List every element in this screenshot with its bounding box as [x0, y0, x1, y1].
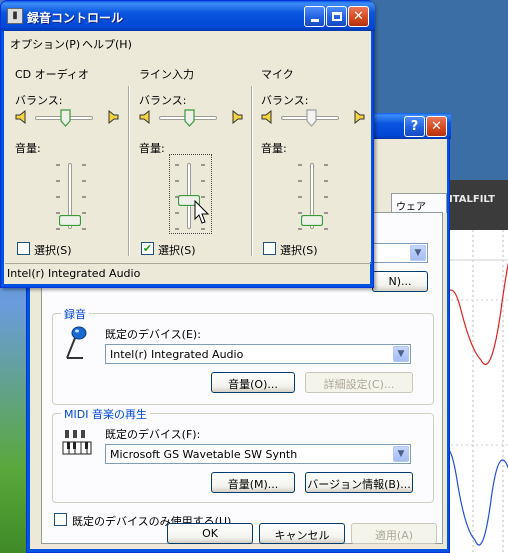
recording-advanced-button[interactable]: 詳細設定(C)...: [305, 372, 413, 393]
balance-label: バランス:: [261, 94, 309, 107]
chevron-down-icon[interactable]: ▼: [393, 346, 409, 362]
maximize-button[interactable]: [326, 6, 347, 27]
speaker-left-icon: [261, 110, 272, 124]
recording-device-value: Intel(r) Integrated Audio: [110, 348, 244, 361]
microphone-icon: [66, 326, 87, 359]
volume-slider-thumb[interactable]: [59, 215, 81, 226]
balance-slider-thumb[interactable]: [60, 109, 71, 127]
blue-wave: [441, 448, 508, 546]
waveform-plot: [441, 230, 508, 553]
maximize-icon: [331, 12, 342, 21]
volume-label: 音量:: [261, 142, 287, 155]
recording-device-combo[interactable]: Intel(r) Integrated Audio ▼: [105, 344, 411, 364]
recording-control-window: ▮ 録音コントロール ✕ オプション(P) ヘルプ(H) CD オーディオ バラ…: [0, 0, 375, 288]
menu-options[interactable]: オプション(P): [10, 36, 80, 52]
midi-group: MIDI 音楽の再生 既定のデバイス(F): Microsoft GS Wave…: [52, 406, 434, 503]
tab-hardware[interactable]: ウェア: [391, 193, 447, 213]
volume-app-icon: ▮: [7, 8, 23, 24]
menu-help[interactable]: ヘルプ(H): [82, 36, 132, 52]
volume-label: 音量:: [139, 142, 165, 155]
minimize-icon: [310, 19, 319, 22]
background-filter-app: ITALFILT: [440, 180, 508, 553]
column-separator: [251, 86, 253, 256]
midi-volume-button[interactable]: 音量(M)...: [211, 472, 295, 493]
close-button[interactable]: ✕: [426, 116, 447, 137]
balance-label: バランス:: [139, 94, 187, 107]
select-label: 選択(S): [158, 244, 196, 257]
speaker-right-icon: [232, 110, 243, 124]
speaker-left-icon: [139, 110, 150, 124]
column-separator: [128, 86, 130, 256]
red-wave: [441, 262, 508, 366]
background-app-header: ITALFILT: [441, 180, 508, 230]
mixer-body: CD オーディオ バランス: 音量: 選択(S) ライン入力 バランス: 音量:…: [5, 52, 371, 262]
recording-group: 録音 既定のデバイス(E): Intel(r) Integrated Audio…: [52, 306, 434, 405]
midi-device-value: Microsoft GS Wavetable SW Synth: [110, 448, 298, 461]
recording-group-label: 録音: [61, 306, 89, 322]
midi-group-label: MIDI 音楽の再生: [61, 406, 150, 422]
channel-title: マイク: [261, 68, 294, 81]
select-label: 選択(S): [34, 244, 72, 257]
window-title: 録音コントロール: [27, 11, 124, 25]
apply-button[interactable]: 適用(A): [351, 523, 437, 544]
balance-label: バランス:: [15, 94, 63, 107]
volume-slider-thumb[interactable]: [301, 215, 323, 226]
midi-default-device-label: 既定のデバイス(F):: [105, 428, 201, 441]
minimize-button[interactable]: [304, 6, 325, 27]
channel-title: ライン入力: [139, 68, 194, 81]
use-default-only-checkbox[interactable]: [54, 513, 67, 526]
playback-device-combo[interactable]: ▼: [372, 243, 428, 263]
menu-bar: オプション(P) ヘルプ(H): [5, 31, 371, 52]
midi-about-button[interactable]: バージョン情報(B)...: [305, 472, 413, 493]
speaker-right-icon: [354, 110, 365, 124]
help-button[interactable]: ?: [404, 116, 425, 137]
channel-title: CD オーディオ: [15, 68, 89, 81]
speaker-right-icon: [108, 110, 119, 124]
close-button[interactable]: ✕: [348, 6, 369, 27]
ok-button[interactable]: OK: [167, 523, 253, 544]
recording-default-device-label: 既定のデバイス(E):: [105, 328, 201, 341]
speaker-left-icon: [15, 110, 26, 124]
chevron-down-icon[interactable]: ▼: [410, 245, 426, 261]
recording-control-titlebar[interactable]: ▮ 録音コントロール ✕: [1, 1, 375, 31]
midi-device-combo[interactable]: Microsoft GS Wavetable SW Synth ▼: [105, 444, 411, 464]
balance-slider-thumb[interactable]: [306, 109, 317, 127]
select-checkbox[interactable]: ✔: [141, 242, 154, 255]
chevron-down-icon[interactable]: ▼: [393, 446, 409, 462]
mouse-pointer-icon: [194, 200, 210, 224]
midi-keyboard-icon: [62, 430, 92, 455]
balance-slider-thumb[interactable]: [184, 109, 195, 127]
recording-volume-button[interactable]: 音量(O)...: [211, 372, 295, 393]
status-bar: Intel(r) Integrated Audio: [5, 263, 371, 283]
select-label: 選択(S): [280, 244, 318, 257]
select-checkbox[interactable]: [17, 242, 30, 255]
cancel-button[interactable]: キャンセル: [259, 523, 345, 544]
select-checkbox[interactable]: [263, 242, 276, 255]
volume-label: 音量:: [15, 142, 41, 155]
playback-advanced-button[interactable]: N)...: [372, 271, 428, 292]
